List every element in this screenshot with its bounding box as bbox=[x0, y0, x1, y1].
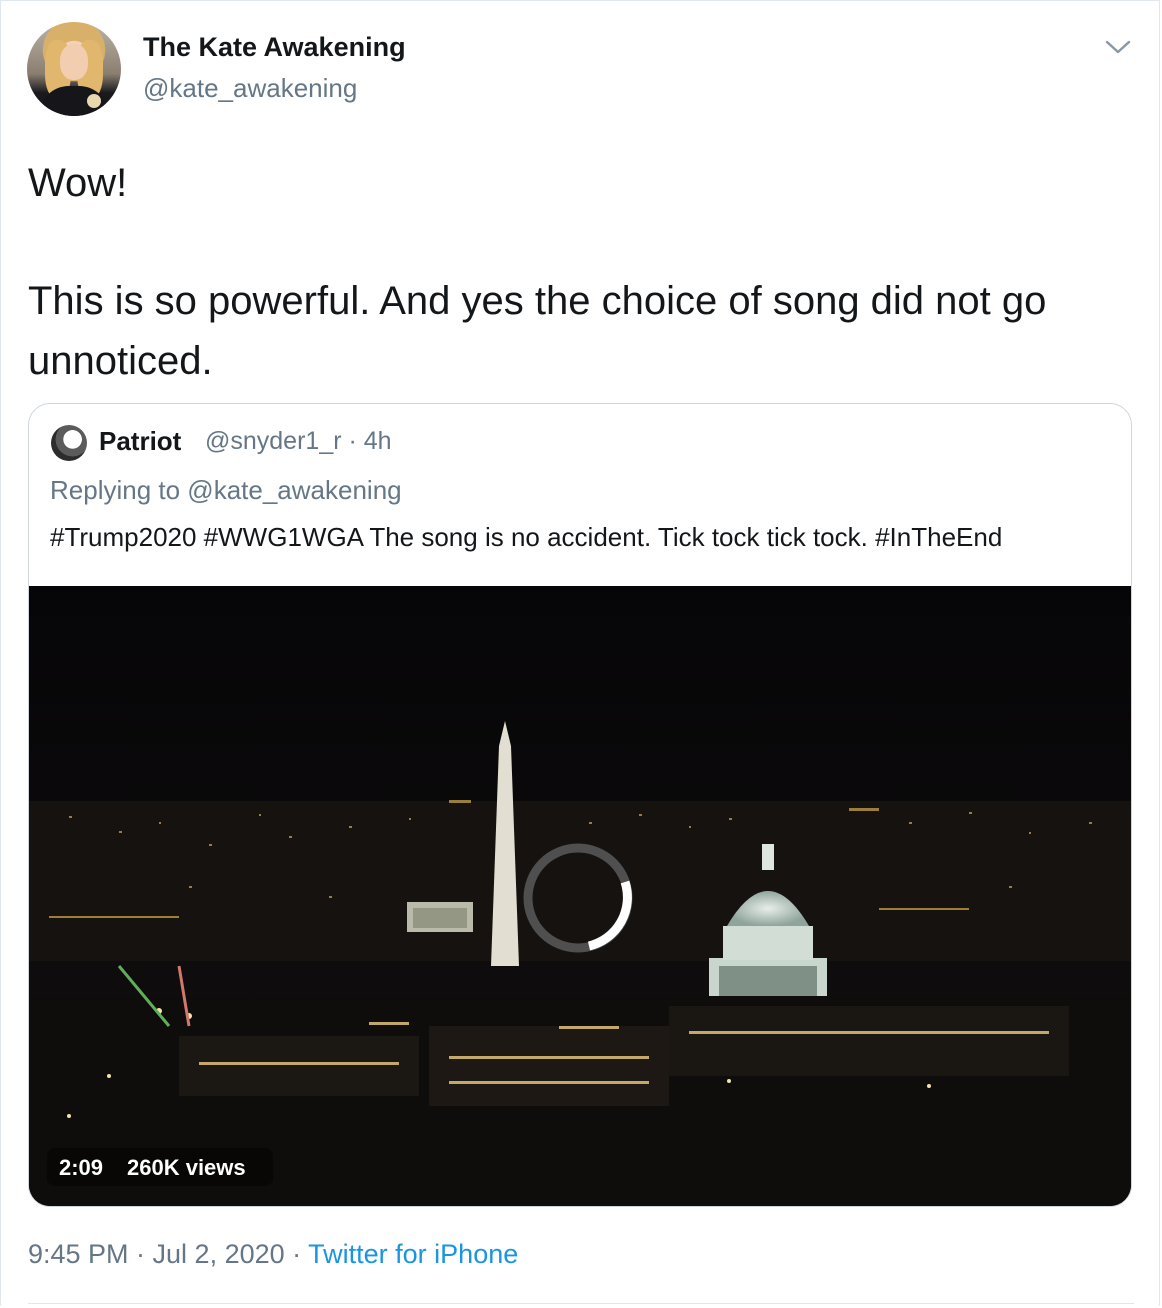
author-avatar[interactable] bbox=[27, 22, 121, 116]
author-name[interactable]: The Kate Awakening bbox=[143, 32, 406, 63]
tweet-card: The Kate Awakening @kate_awakening Wow! … bbox=[0, 0, 1160, 1306]
tweet-timestamp[interactable]: 9:45 PM · Jul 2, 2020 · bbox=[28, 1239, 308, 1269]
footer-divider bbox=[28, 1303, 1134, 1304]
tweet-text-line-1: Wow! bbox=[28, 161, 128, 205]
video-duration: 2:09 bbox=[59, 1155, 104, 1180]
chevron-down-icon[interactable] bbox=[1101, 31, 1135, 61]
author-handle[interactable]: @kate_awakening bbox=[143, 73, 357, 104]
avatar-badge bbox=[87, 94, 101, 108]
quoted-replying-to: Replying to @kate_awakening bbox=[50, 475, 402, 505]
quoted-author-meta: @snyder1_r · 4h bbox=[205, 427, 392, 455]
tweet-text-line-2: This is so powerful. And yes the choice … bbox=[28, 279, 1047, 383]
tweet-text: Wow! This is so powerful. And yes the ch… bbox=[28, 153, 1138, 391]
avatar-face bbox=[60, 44, 88, 80]
tweet-source-link[interactable]: Twitter for iPhone bbox=[308, 1239, 518, 1269]
video-frame bbox=[29, 586, 1131, 1206]
tweet-footer: 9:45 PM · Jul 2, 2020 · Twitter for iPho… bbox=[28, 1239, 518, 1270]
video-player[interactable]: 2:09 260K views bbox=[29, 586, 1131, 1206]
quoted-tweet[interactable]: Patriot @snyder1_r · 4h Replying to @kat… bbox=[28, 403, 1132, 1207]
video-views: 260K views bbox=[127, 1155, 246, 1180]
quoted-author-avatar[interactable] bbox=[51, 425, 87, 461]
quoted-text: #Trump2020 #WWG1WGA The song is no accid… bbox=[50, 522, 1003, 552]
quoted-author-name[interactable]: Patriot bbox=[99, 426, 181, 457]
